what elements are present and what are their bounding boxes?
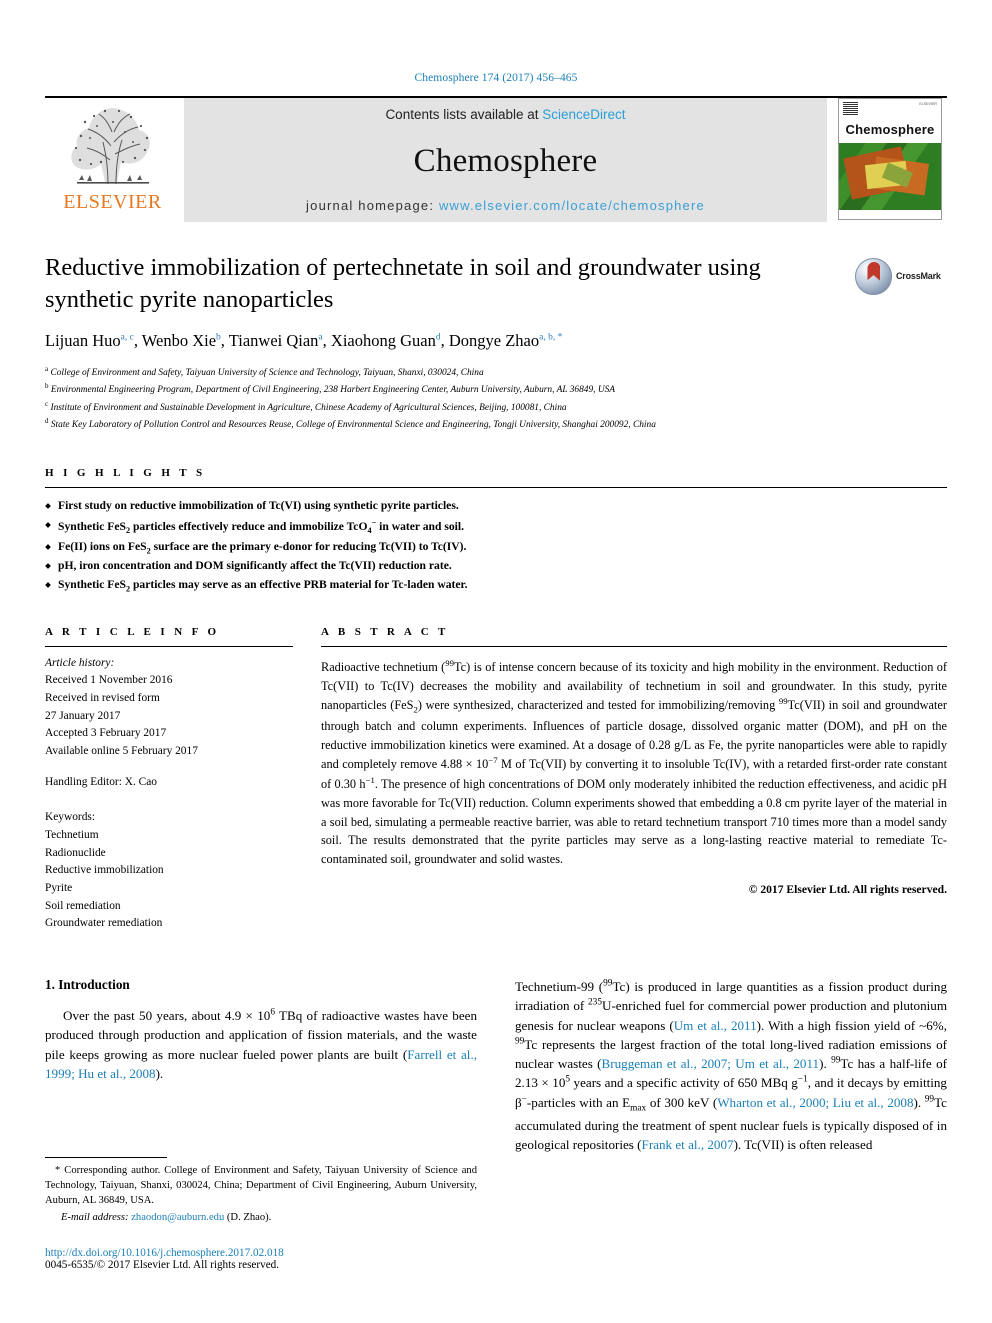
highlights-list: First study on reductive immobilization … <box>45 497 947 595</box>
introduction-paragraph-left: Over the past 50 years, about 4.9 × 106 … <box>45 1007 478 1081</box>
keyword-item: Reductive immobilization <box>45 864 164 877</box>
history-item: Received 1 November 2016 <box>45 674 173 687</box>
affiliation-text: Institute of Environment and Sustainable… <box>50 402 567 413</box>
highlight-item: Synthetic FeS2 particles effectively red… <box>45 516 947 538</box>
affiliation-text: Environmental Engineering Program, Depar… <box>50 385 616 396</box>
keyword-item: Groundwater remediation <box>45 917 163 930</box>
keyword-item: Pyrite <box>45 882 73 895</box>
author-list: Lijuan Huoa, c, Wenbo Xieb, Tianwei Qian… <box>45 330 563 350</box>
affiliation-text: College of Environment and Safety, Taiyu… <box>50 368 484 379</box>
email-link[interactable]: zhaodon@auburn.edu <box>131 1212 224 1223</box>
cover-artwork <box>839 143 941 210</box>
journal-banner: Contents lists available at ScienceDirec… <box>184 98 827 222</box>
author-name: Xiaohong Guan <box>330 330 436 350</box>
highlights-section: H I G H L I G H T S First study on reduc… <box>45 467 947 595</box>
doi-block: http://dx.doi.org/10.1016/j.chemosphere.… <box>45 1247 477 1271</box>
abstract-copyright: © 2017 Elsevier Ltd. All rights reserved… <box>748 882 947 896</box>
crossmark-icon <box>855 257 892 295</box>
article-info-label: A R T I C L E I N F O <box>45 625 220 638</box>
highlight-item: First study on reductive immobilization … <box>45 497 947 516</box>
author-affil-mark: a <box>318 332 323 343</box>
introduction-heading: 1. Introduction <box>45 977 130 993</box>
doi-link[interactable]: http://dx.doi.org/10.1016/j.chemosphere.… <box>45 1247 477 1259</box>
crossmark-label: CrossMark <box>896 271 941 281</box>
corresponding-author-note: * Corresponding author. College of Envir… <box>45 1165 477 1207</box>
journal-masthead: ELSEVIER Contents lists available at Sci… <box>45 96 947 222</box>
body-column-right: Technetium-99 (99Tc) is produced in larg… <box>515 977 947 1271</box>
history-item: 27 January 2017 <box>45 709 121 722</box>
history-item: Accepted 3 February 2017 <box>45 727 167 740</box>
email-note: E-mail address: zhaodon@auburn.edu (D. Z… <box>45 1210 477 1225</box>
elsevier-tree-icon <box>70 108 150 185</box>
affiliation-text: State Key Laboratory of Pollution Contro… <box>50 420 656 431</box>
keyword-item: Soil remediation <box>45 899 121 912</box>
introduction-paragraph-right: Technetium-99 (99Tc) is produced in larg… <box>515 978 948 1153</box>
highlight-item: Fe(II) ions on FeS2 surface are the prim… <box>45 538 947 558</box>
article-history-label: Article history: <box>45 656 115 669</box>
journal-article-page: Chemosphere 174 (2017) 456–465 ELSEVIER … <box>0 0 992 1323</box>
author-name: Lijuan Huo <box>45 330 121 350</box>
title-block: Reductive immobilization of pertechnetat… <box>45 252 947 433</box>
email-suffix: (D. Zhao). <box>226 1212 272 1224</box>
abstract-column: A B S T R A C T Radioactive technetium (… <box>321 626 947 933</box>
citation-link[interactable]: Wharton et al., 2000; Liu et al., 2008 <box>717 1095 913 1110</box>
article-history-block: Article history: Received 1 November 201… <box>45 655 293 792</box>
author-name: Dongye Zhao <box>448 330 540 350</box>
body-column-left: 1. Introduction Over the past 50 years, … <box>45 977 477 1271</box>
sciencedirect-link[interactable]: ScienceDirect <box>542 107 625 122</box>
journal-homepage-link[interactable]: www.elsevier.com/locate/chemosphere <box>439 198 705 213</box>
homepage-prefix: journal homepage: <box>306 198 439 213</box>
affiliation-item: b Environmental Engineering Program, Dep… <box>45 382 616 396</box>
page-title: Reductive immobilization of pertechnetat… <box>45 254 761 313</box>
author-name: Tianwei Qian <box>228 330 319 350</box>
elsevier-logo: ELSEVIER <box>45 98 180 222</box>
cover-journal-title: Chemosphere <box>845 122 935 137</box>
highlights-label: H I G H L I G H T S <box>45 467 206 480</box>
author-affil-mark: d <box>435 332 441 343</box>
journal-homepage-line: journal homepage: www.elsevier.com/locat… <box>306 198 705 213</box>
handling-editor: Handling Editor: X. Cao <box>45 775 157 788</box>
keywords-block: Keywords: Technetium Radionuclide Reduct… <box>45 809 293 933</box>
contents-prefix: Contents lists available at <box>385 107 543 122</box>
author-affil-mark: a, b, * <box>539 332 563 343</box>
barcode-icon <box>843 102 858 115</box>
elsevier-wordmark: ELSEVIER <box>63 191 162 213</box>
citation-link[interactable]: Frank et al., 2007 <box>642 1137 734 1152</box>
highlight-item: Synthetic FeS2 particles may serve as an… <box>45 576 947 596</box>
affiliation-item: c Institute of Environment and Sustainab… <box>45 399 567 413</box>
highlight-item: pH, iron concentration and DOM significa… <box>45 557 947 576</box>
affiliation-item: a College of Environment and Safety, Tai… <box>45 364 484 379</box>
email-label: E-mail address: <box>61 1212 129 1224</box>
running-head: Chemosphere 174 (2017) 456–465 <box>414 72 578 84</box>
article-info-column: A R T I C L E I N F O Article history: R… <box>45 626 293 933</box>
affiliation-list: a College of Environment and Safety, Tai… <box>45 364 947 433</box>
author-affil-mark: b <box>216 332 221 343</box>
journal-title: Chemosphere <box>413 142 598 179</box>
info-abstract-section: A R T I C L E I N F O Article history: R… <box>45 626 947 933</box>
abstract-label: A B S T R A C T <box>321 625 449 638</box>
body-columns: 1. Introduction Over the past 50 years, … <box>45 977 947 1271</box>
affiliation-item: d State Key Laboratory of Pollution Cont… <box>45 417 656 431</box>
author-affil-mark: a, c <box>120 332 134 343</box>
journal-cover-thumbnail: ELSEVIER Chemosphere <box>833 98 947 222</box>
contents-line: Contents lists available at ScienceDirec… <box>385 107 625 122</box>
keywords-label: Keywords: <box>45 811 95 824</box>
citation-link[interactable]: Bruggeman et al., 2007; Um et al., 2011 <box>602 1056 820 1071</box>
citation-link[interactable]: Um et al., 2011 <box>674 1018 757 1033</box>
crossmark-badge[interactable]: CrossMark <box>855 254 947 298</box>
history-item: Available online 5 February 2017 <box>45 745 198 758</box>
history-item: Received in revised form <box>45 692 160 705</box>
abstract-text: Radioactive technetium (99Tc) is of inte… <box>321 657 948 867</box>
issn-copyright: 0045-6535/© 2017 Elsevier Ltd. All right… <box>45 1259 280 1272</box>
keyword-item: Technetium <box>45 829 99 842</box>
footnote-rule <box>45 1157 167 1159</box>
author-name: Wenbo Xie <box>141 330 217 350</box>
keywords-list: Technetium Radionuclide Reductive immobi… <box>45 827 293 933</box>
cover-issue-text: ELSEVIER <box>919 102 937 106</box>
keyword-item: Radionuclide <box>45 846 106 859</box>
citation-link[interactable]: Farrell et al., 1999; Hu et al., 2008 <box>45 1047 477 1081</box>
